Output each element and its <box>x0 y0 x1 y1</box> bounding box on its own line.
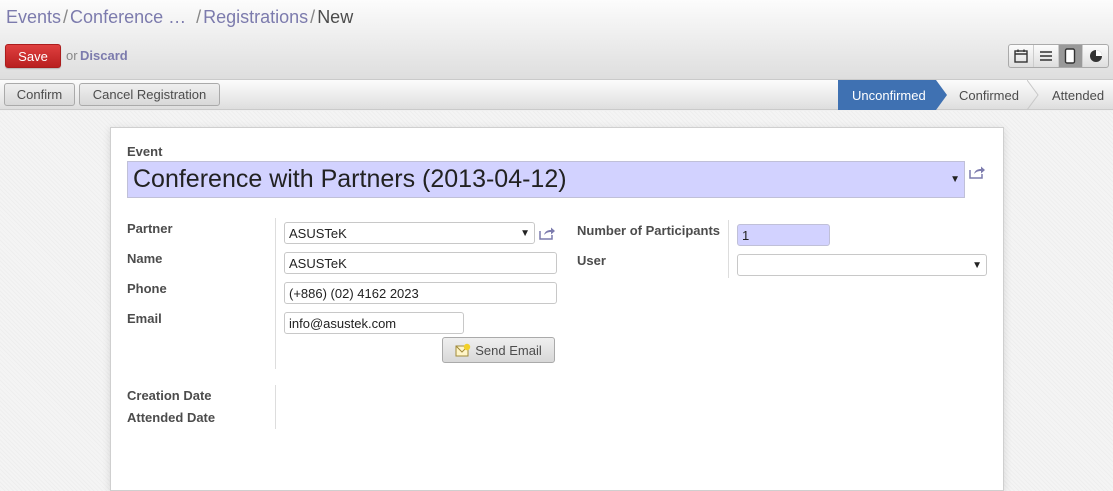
stage-separator-icon <box>1027 80 1039 110</box>
dropdown-caret-icon: ▼ <box>520 228 530 239</box>
creation-date-label: Creation Date <box>127 388 212 403</box>
event-label: Event <box>127 144 163 159</box>
name-label: Name <box>127 251 163 266</box>
external-link-icon[interactable] <box>538 226 556 240</box>
statusbar: Confirm Cancel Registration Unconfirmed … <box>0 80 1113 110</box>
breadcrumb-events[interactable]: Events <box>6 7 61 27</box>
group-divider <box>728 220 729 278</box>
graph-icon <box>1089 50 1102 62</box>
event-field[interactable]: Conference with Partners (2013-04-12) ▼ <box>127 161 965 198</box>
group-divider <box>275 385 276 429</box>
dropdown-caret-icon: ▼ <box>950 174 960 185</box>
view-switcher <box>1008 44 1109 68</box>
event-value: Conference with Partners (2013-04-12) <box>133 165 567 193</box>
breadcrumb-separator: / <box>63 7 69 27</box>
list-view-button[interactable] <box>1034 45 1059 67</box>
dropdown-caret-icon: ▼ <box>972 260 982 271</box>
breadcrumb-separator: / <box>310 7 316 27</box>
cancel-registration-button[interactable]: Cancel Registration <box>79 83 220 106</box>
phone-value: (+886) (02) 4162 2023 <box>289 285 419 301</box>
partner-label: Partner <box>127 221 173 236</box>
stage-unconfirmed[interactable]: Unconfirmed <box>838 80 936 110</box>
external-link-icon[interactable] <box>968 165 986 179</box>
group-divider <box>275 218 276 369</box>
phone-label: Phone <box>127 281 167 296</box>
participants-field[interactable]: 1 <box>737 224 830 246</box>
form-icon <box>1065 48 1076 64</box>
name-value: ASUSTeK <box>289 255 347 271</box>
envelope-icon <box>455 343 471 357</box>
stage-confirmed[interactable]: Confirmed <box>959 80 1029 110</box>
participants-value: 1 <box>742 227 750 243</box>
calendar-view-button[interactable] <box>1009 45 1034 67</box>
breadcrumb: Events / Conference … / Registrations / New <box>6 7 353 28</box>
stage-label: Unconfirmed <box>852 87 926 103</box>
stage-attended[interactable]: Attended <box>1052 80 1112 110</box>
discard-button[interactable]: Discard <box>80 48 128 63</box>
list-icon <box>1039 51 1052 61</box>
stage-label: Confirmed <box>959 87 1019 103</box>
page-title: New <box>317 7 354 27</box>
phone-field[interactable]: (+886) (02) 4162 2023 <box>284 282 557 304</box>
email-label: Email <box>127 311 162 326</box>
email-field[interactable]: info@asustek.com <box>284 312 464 334</box>
confirm-button[interactable]: Confirm <box>4 83 75 106</box>
save-button[interactable]: Save <box>5 44 61 68</box>
user-label: User <box>577 253 606 268</box>
calendar-icon <box>1014 49 1028 63</box>
send-email-label: Send Email <box>475 342 542 358</box>
stage-label: Attended <box>1052 87 1105 103</box>
breadcrumb-separator: / <box>196 7 202 27</box>
partner-value: ASUSTeK <box>289 225 347 241</box>
breadcrumb-conference[interactable]: Conference … <box>70 7 186 27</box>
stage-arrow-icon <box>936 80 947 110</box>
email-value: info@asustek.com <box>289 315 397 331</box>
breadcrumb-registrations[interactable]: Registrations <box>203 7 308 27</box>
participants-label: Number of Participants <box>577 223 721 238</box>
attended-date-label: Attended Date <box>127 410 216 425</box>
or-label: or <box>66 48 78 63</box>
form-view-button[interactable] <box>1058 45 1084 67</box>
name-field[interactable]: ASUSTeK <box>284 252 557 274</box>
user-field[interactable]: ▼ <box>737 254 987 276</box>
graph-view-button[interactable] <box>1083 45 1108 67</box>
partner-field[interactable]: ASUSTeK ▼ <box>284 222 535 244</box>
send-email-button[interactable]: Send Email <box>442 337 555 363</box>
control-panel: Events / Conference … / Registrations / New Sa… <box>0 0 1113 80</box>
